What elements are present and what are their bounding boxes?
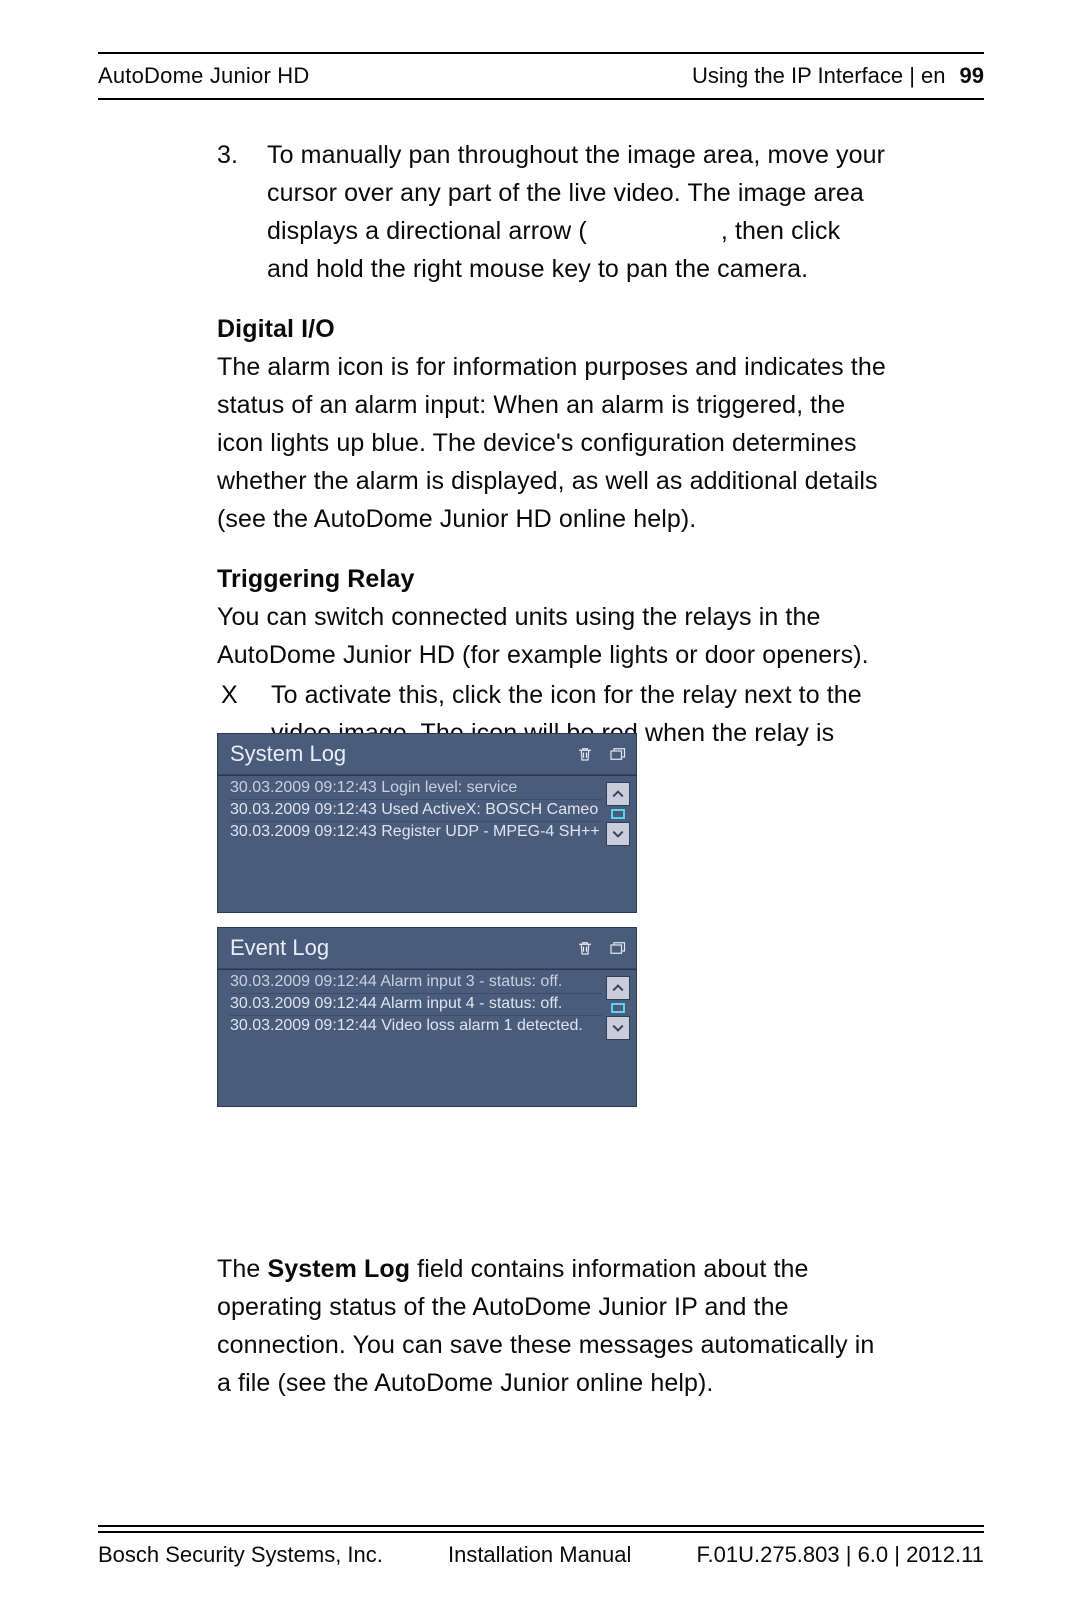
log-line: 30.03.2009 09:12:43 Login level: service <box>230 778 602 798</box>
page-header: AutoDome Junior HD Using the IP Interfac… <box>98 52 984 100</box>
footer-company: Bosch Security Systems, Inc. <box>98 1544 383 1566</box>
system-log-description: The System Log field contains informatio… <box>217 1250 889 1402</box>
event-log-title: Event Log <box>230 935 562 961</box>
step-3: 3. To manually pan throughout the image … <box>217 136 889 288</box>
header-product: AutoDome Junior HD <box>98 65 309 87</box>
log-line: 30.03.2009 09:12:44 Alarm input 4 - stat… <box>230 994 602 1014</box>
body-text: You can switch connected units using the… <box>217 598 889 674</box>
log-line: 30.03.2009 09:12:43 Register UDP - MPEG-… <box>230 822 602 842</box>
event-log-body: 30.03.2009 09:12:44 Alarm input 3 - stat… <box>218 969 636 1046</box>
heading-triggering-relay: Triggering Relay <box>217 560 889 598</box>
popout-log-icon[interactable] <box>608 939 626 957</box>
scroll-up-button[interactable] <box>606 782 630 806</box>
body-bold: System Log <box>267 1255 410 1283</box>
system-log-title: System Log <box>230 741 562 767</box>
scroll-down-button[interactable] <box>606 822 630 846</box>
page-footer: Bosch Security Systems, Inc. Installatio… <box>98 1525 984 1566</box>
event-log-panel: Event Log 30.03.2009 09:12:44 Alarm inpu… <box>217 927 637 1107</box>
log-line: 30.03.2009 09:12:44 Video loss alarm 1 d… <box>230 1016 602 1036</box>
body-text: The <box>217 1255 267 1283</box>
heading-digital-io: Digital I/O <box>217 310 889 348</box>
scrollbar-track[interactable] <box>611 1003 625 1013</box>
popout-log-icon[interactable] <box>608 745 626 763</box>
clear-log-icon[interactable] <box>576 745 594 763</box>
scrollbar-track[interactable] <box>611 809 625 819</box>
log-line: 30.03.2009 09:12:44 Alarm input 3 - stat… <box>230 972 602 992</box>
header-page-number: 99 <box>960 65 984 87</box>
clear-log-icon[interactable] <box>576 939 594 957</box>
footer-doc-id: F.01U.275.803 | 6.0 | 2012.11 <box>697 1544 984 1566</box>
system-log-body: 30.03.2009 09:12:43 Login level: service… <box>218 775 636 852</box>
scroll-down-button[interactable] <box>606 1016 630 1040</box>
header-section: Using the IP Interface | en <box>692 65 946 87</box>
log-line: 30.03.2009 09:12:43 Used ActiveX: BOSCH … <box>230 800 602 820</box>
scroll-up-button[interactable] <box>606 976 630 1000</box>
footer-doc-type: Installation Manual <box>448 1544 631 1566</box>
body-text: The alarm icon is for information purpos… <box>217 348 889 538</box>
system-log-panel: System Log 30.03.2009 09:12:43 Login lev… <box>217 733 637 913</box>
list-number: 3. <box>217 136 267 288</box>
